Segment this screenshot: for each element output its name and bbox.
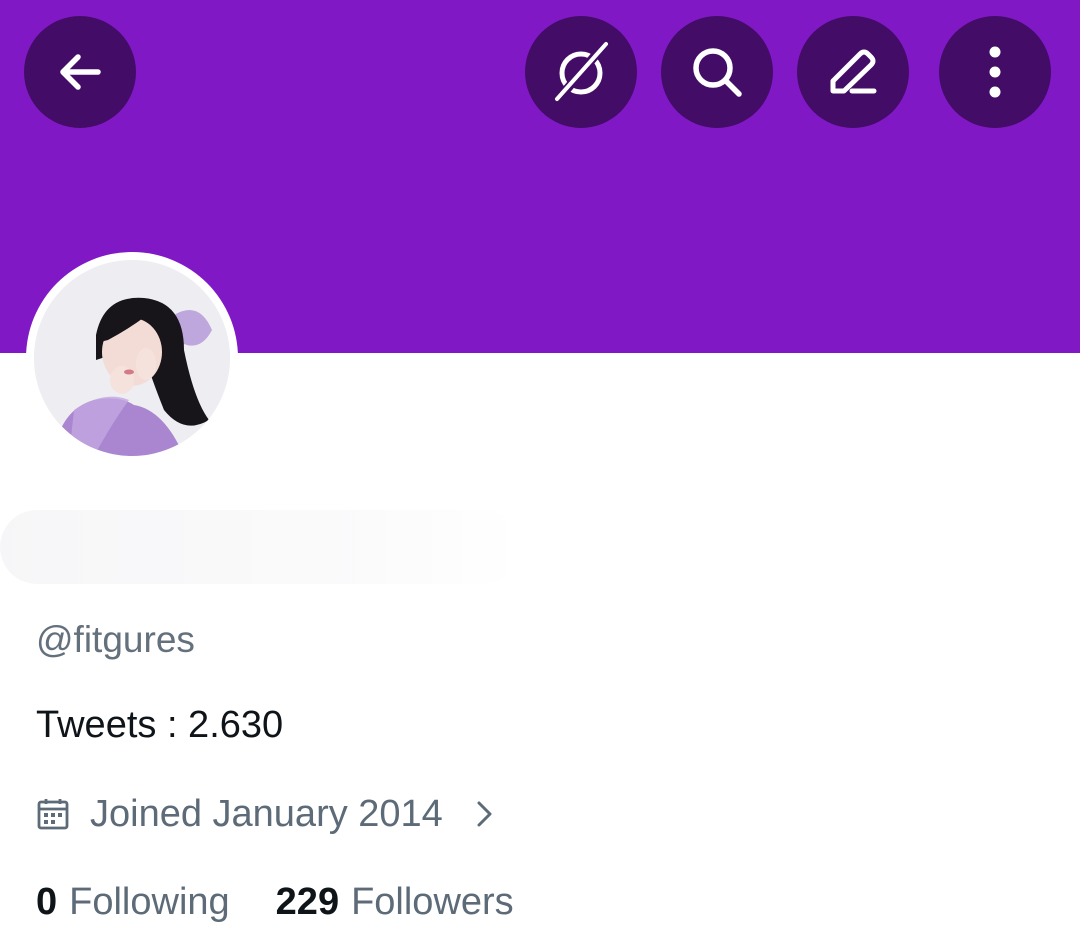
display-name-redacted <box>0 510 520 584</box>
profile-photo <box>34 260 230 456</box>
chevron-right-icon <box>477 801 492 827</box>
joined-date-row[interactable]: Joined January 2014 <box>36 788 495 840</box>
follow-stats: 0 Following 229 Followers <box>36 876 514 928</box>
following-link[interactable]: 0 Following <box>36 881 230 924</box>
premium-button[interactable] <box>525 16 637 128</box>
following-label: Following <box>69 880 230 923</box>
edit-button[interactable] <box>797 16 909 128</box>
avatar[interactable] <box>34 260 230 456</box>
following-count: 0 <box>36 880 58 923</box>
more-options-button[interactable] <box>939 16 1051 128</box>
joined-date: Joined January 2014 <box>90 792 443 835</box>
search-icon <box>693 48 742 97</box>
calendar-icon <box>37 799 69 830</box>
followers-count: 229 <box>275 880 340 923</box>
back-button[interactable] <box>24 16 136 128</box>
profile-handle: @fitgures <box>36 619 195 660</box>
followers-label: Followers <box>351 880 514 923</box>
search-button[interactable] <box>661 16 773 128</box>
premium-orbit-icon <box>555 42 608 101</box>
followers-link[interactable]: 229 Followers <box>276 881 514 924</box>
edit-pencil-icon <box>830 49 877 94</box>
more-vertical-icon <box>989 46 1001 98</box>
avatar-frame[interactable] <box>26 252 238 464</box>
arrow-left-icon <box>60 54 101 90</box>
tweet-count: Tweets : 2.630 <box>36 704 284 746</box>
